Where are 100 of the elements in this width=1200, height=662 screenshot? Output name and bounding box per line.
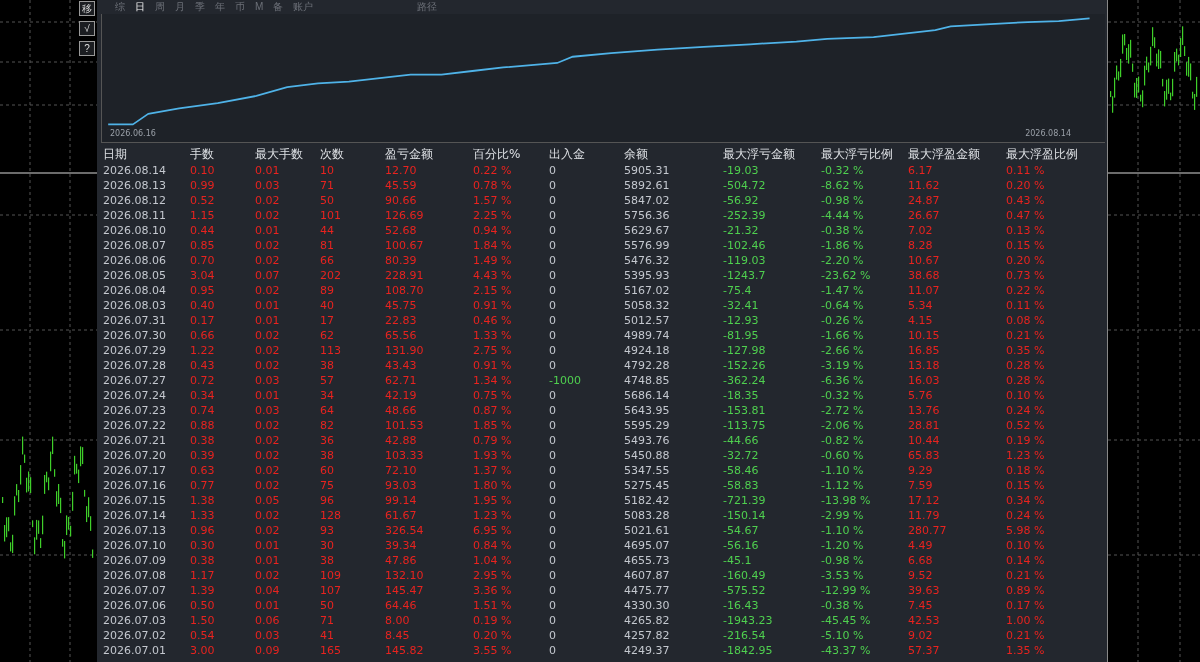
table-cell-text: 89: [320, 284, 335, 297]
table-cell-text: 0: [549, 209, 557, 222]
table-cell-text: 40: [320, 299, 335, 312]
table-cell-text: 0.02: [255, 284, 281, 297]
table-cell-text: 0: [549, 224, 557, 237]
tool-button[interactable]: √: [79, 21, 95, 36]
table-cell-text: 0: [549, 479, 557, 492]
table-cell-text: -32.41: [723, 299, 760, 312]
table-cell-text: -2.06 %: [821, 419, 865, 432]
table-cell-text: -160.49: [723, 569, 767, 582]
table-cell-text: -1.86 %: [821, 239, 865, 252]
table-cell-text: 0.38: [190, 434, 216, 447]
table-cell-text: 10: [320, 164, 335, 177]
table-cell-text: 0.21 %: [1006, 329, 1046, 342]
table-cell-text: 26.67: [908, 209, 941, 222]
table-cell-text: -1.10 %: [821, 524, 865, 537]
table-cell-text: 0.30: [190, 539, 216, 552]
table-cell-text: 2.15 %: [473, 284, 513, 297]
table-cell-text: 30: [320, 539, 335, 552]
table-cell-text: 0.21 %: [1006, 629, 1046, 642]
table-cell-text: 1.80 %: [473, 479, 513, 492]
period-tab[interactable]: 季: [191, 0, 209, 13]
table-cell-text: 0.35 %: [1006, 344, 1046, 357]
table-cell-text: 202: [320, 269, 342, 282]
table-cell-text: 0.72: [190, 374, 216, 387]
table-cell-text: 0.66: [190, 329, 216, 342]
period-tab[interactable]: 账户: [289, 0, 318, 13]
table-cell-text: 72.10: [385, 464, 418, 477]
table-cell-text: 108.70: [385, 284, 425, 297]
table-cell-text: -58.83: [723, 479, 760, 492]
table-cell-text: 4.49: [908, 539, 934, 552]
table-cell-text: 50: [320, 599, 335, 612]
table-cell-text: 1.34 %: [473, 374, 513, 387]
table-cell-text: -6.36 %: [821, 374, 865, 387]
period-tab[interactable]: 路径: [413, 0, 442, 13]
table-cell-text: -575.52: [723, 584, 767, 597]
table-cell-text: 128: [320, 509, 342, 522]
table-cell-text: 93.03: [385, 479, 418, 492]
period-tab[interactable]: 月: [171, 0, 189, 13]
table-cell-text: 0.39: [190, 449, 216, 462]
period-tab[interactable]: 综: [111, 0, 129, 13]
table-cell-text: 9.52: [908, 569, 934, 582]
period-tab[interactable]: 周: [151, 0, 169, 13]
table-cell-text: 0: [549, 344, 557, 357]
table-cell-text: 1.84 %: [473, 239, 513, 252]
table-cell-text: 38: [320, 449, 335, 462]
table-cell-text: -127.98: [723, 344, 767, 357]
table-cell-text: 0.40: [190, 299, 216, 312]
table-cell-text: 0: [549, 509, 557, 522]
period-tab[interactable]: M: [251, 0, 268, 13]
table-cell-text: -32.72: [723, 449, 760, 462]
table-cell-text: 0.94 %: [473, 224, 513, 237]
table-cell-text: 0.43: [190, 359, 216, 372]
table-cell-text: 2026.07.06: [103, 599, 167, 612]
table-cell-text: 0.63: [190, 464, 216, 477]
table-cell-text: 0.89 %: [1006, 584, 1046, 597]
table-cell-text: 0.24 %: [1006, 404, 1046, 417]
table-cell-text: 0.18 %: [1006, 464, 1046, 477]
table-cell-text: 0.43 %: [1006, 194, 1046, 207]
table-cell-text: -4.44 %: [821, 209, 865, 222]
table-cell-text: 0.77: [190, 479, 216, 492]
table-cell-text: 0.03: [255, 629, 281, 642]
table-cell-text: 0.10 %: [1006, 389, 1046, 402]
table-cell-text: 10.44: [908, 434, 941, 447]
table-cell-text: 1.39: [190, 584, 216, 597]
table-cell-text: 4792.28: [624, 359, 671, 372]
table-cell-text: 0.02: [255, 329, 281, 342]
table-cell-text: 0.17: [190, 314, 216, 327]
table-cell-text: 0.02: [255, 344, 281, 357]
table-cell-text: -153.81: [723, 404, 767, 417]
table-cell-text: 0.17 %: [1006, 599, 1046, 612]
table-cell-text: 0.78 %: [473, 179, 513, 192]
table-cell-text: 1.38: [190, 494, 216, 507]
table-cell-text: 5058.32: [624, 299, 671, 312]
table-cell-text: -504.72: [723, 179, 767, 192]
table-cell-text: 71: [320, 179, 335, 192]
period-tab[interactable]: 币: [231, 0, 249, 13]
table-cell-text: -0.98 %: [821, 194, 865, 207]
table-cell-text: -56.16: [723, 539, 760, 552]
period-tab[interactable]: 备: [269, 0, 288, 13]
table-cell-text: 0.20 %: [1006, 254, 1046, 267]
table-cell-text: 5756.36: [624, 209, 671, 222]
period-tab[interactable]: 日: [131, 0, 149, 13]
table-cell-text: 0: [549, 599, 557, 612]
column-header: 最大浮盈比例: [1006, 145, 1079, 163]
table-cell-text: 0.03: [255, 404, 281, 417]
table-cell-text: 64: [320, 404, 335, 417]
tool-button[interactable]: 移: [79, 1, 95, 16]
table-cell-text: 2026.07.21: [103, 434, 167, 447]
table-cell-text: 0.02: [255, 479, 281, 492]
tool-button[interactable]: ?: [79, 41, 95, 56]
table-cell-text: 0.01: [255, 389, 281, 402]
table-cell-text: -1.12 %: [821, 479, 865, 492]
table-cell-text: 2026.07.02: [103, 629, 167, 642]
table-cell-text: -21.32: [723, 224, 760, 237]
period-tab[interactable]: 年: [211, 0, 229, 13]
table-cell-text: -75.4: [723, 284, 753, 297]
table-cell-text: 0.02: [255, 239, 281, 252]
table-cell-text: 0.52: [190, 194, 216, 207]
table-cell-text: 0.91 %: [473, 359, 513, 372]
